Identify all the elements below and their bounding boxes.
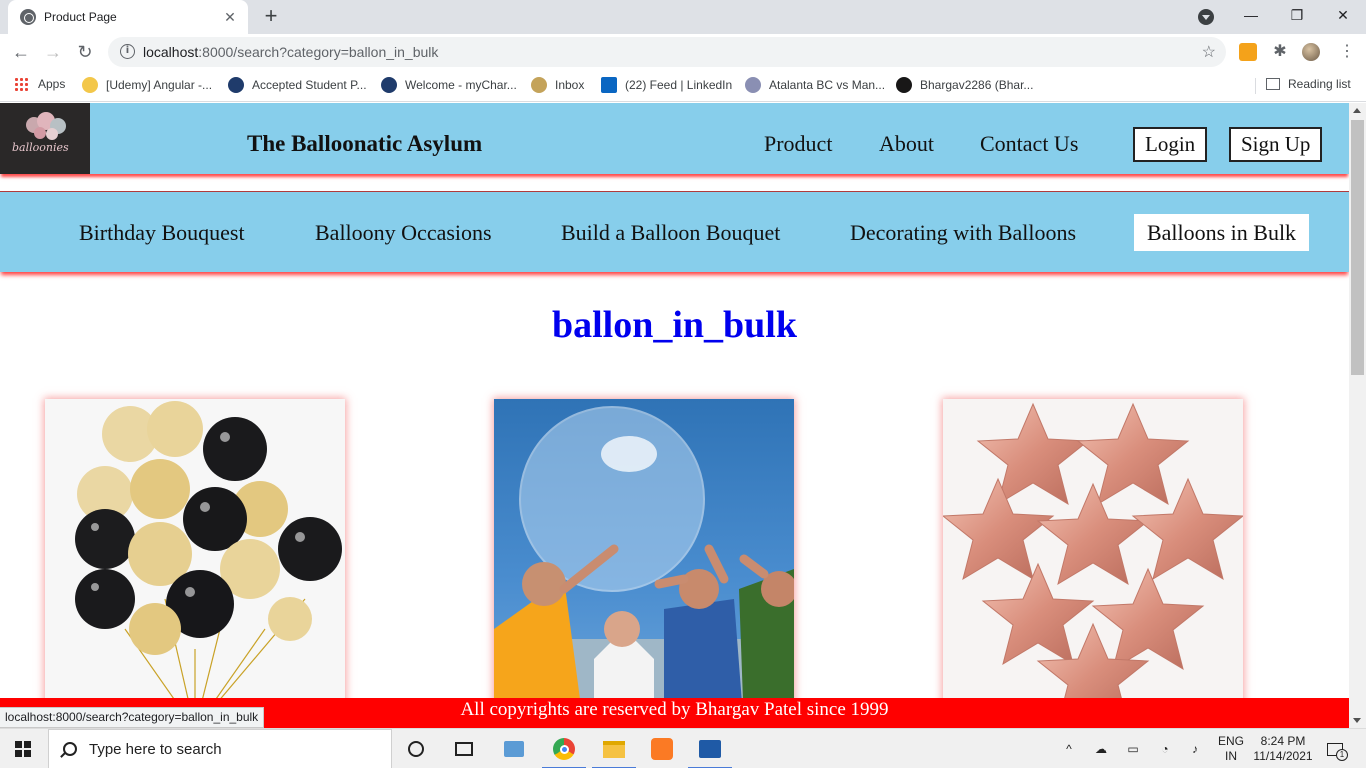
- forward-button[interactable]: →: [40, 39, 66, 65]
- reload-button[interactable]: ↻: [72, 39, 98, 65]
- new-tab-button[interactable]: +: [258, 4, 284, 30]
- balloon-logo-icon: [26, 112, 66, 140]
- site-logo[interactable]: balloonies: [0, 103, 90, 174]
- language-indicator[interactable]: ENG IN: [1214, 729, 1248, 768]
- file-explorer-icon[interactable]: [590, 729, 638, 768]
- login-button[interactable]: Login: [1133, 127, 1208, 162]
- nav-about[interactable]: About: [879, 131, 934, 157]
- tab-search-button[interactable]: [1198, 9, 1214, 25]
- category-decorating[interactable]: Decorating with Balloons: [850, 220, 1076, 246]
- github-icon: [896, 77, 912, 93]
- logo-text: balloonies: [12, 141, 69, 154]
- restore-button[interactable]: ❐: [1274, 4, 1320, 30]
- address-url[interactable]: localhost:8000/search?category=ballon_in…: [143, 44, 438, 60]
- reading-list-icon: [1266, 78, 1280, 90]
- minimize-button[interactable]: —: [1228, 4, 1274, 30]
- bookmarks-bar: Apps [Udemy] Angular -... Accepted Stude…: [0, 70, 1366, 102]
- football-icon: [745, 77, 761, 93]
- site-info-icon[interactable]: i: [120, 44, 135, 59]
- wifi-icon[interactable]: ◔: [1156, 729, 1174, 768]
- bookmark-github[interactable]: Bhargav2286 (Bhar...: [896, 77, 1033, 93]
- clock[interactable]: 8:24 PM 11/14/2021: [1250, 729, 1316, 768]
- browser-menu-icon[interactable]: ⋮: [1338, 43, 1356, 61]
- signup-button[interactable]: Sign Up: [1229, 127, 1323, 162]
- bookmark-mychar[interactable]: Welcome - myChar...: [381, 77, 517, 93]
- browser-tab-strip: Product Page ✕ + — ❐ ✕: [0, 0, 1366, 34]
- taskbar-search-placeholder: Type here to search: [89, 740, 222, 758]
- site-title: The Balloonatic Asylum: [247, 131, 483, 156]
- category-bar: Birthday Bouquest Balloony Occasions Bui…: [0, 191, 1349, 272]
- bookmark-apps[interactable]: Apps: [14, 77, 65, 91]
- back-button[interactable]: ←: [8, 39, 34, 65]
- bookmark-linkedin[interactable]: (22) Feed | LinkedIn: [601, 77, 732, 93]
- product-image-black-gold-balloons: [75, 401, 342, 728]
- reading-list-button[interactable]: Reading list: [1266, 77, 1351, 91]
- windows-start-icon[interactable]: [15, 741, 31, 757]
- close-window-button[interactable]: ✕: [1320, 4, 1366, 30]
- bookmark-inbox[interactable]: Inbox: [531, 77, 584, 93]
- apps-grid-icon: [14, 77, 28, 91]
- page-scrollbar[interactable]: [1349, 103, 1366, 728]
- globe-icon: [20, 9, 36, 25]
- bookmark-atalanta[interactable]: Atalanta BC vs Man...: [745, 77, 885, 93]
- bookmark-accepted-student[interactable]: Accepted Student P...: [228, 77, 367, 93]
- product-image-bubble-balloon: [494, 406, 794, 728]
- desktop-app-icon[interactable]: [490, 729, 538, 768]
- tab-close-icon[interactable]: ✕: [222, 9, 238, 26]
- chrome-taskbar-icon[interactable]: [540, 729, 588, 768]
- site-header: balloonies The Balloonatic Asylum Produc…: [0, 103, 1349, 174]
- task-view-icon[interactable]: [440, 729, 488, 768]
- scroll-up-arrow-icon[interactable]: [1353, 108, 1361, 113]
- product-card[interactable]: [943, 399, 1243, 728]
- university-icon: [381, 77, 397, 93]
- address-bar[interactable]: i localhost:8000/search?category=ballon_…: [108, 37, 1226, 67]
- linkedin-icon: [601, 77, 617, 93]
- extensions-puzzle-icon[interactable]: ✱: [1271, 43, 1289, 61]
- product-image-rose-gold-stars: [943, 402, 1243, 726]
- powershell-icon[interactable]: [686, 729, 734, 768]
- page-title: ballon_in_bulk: [551, 304, 798, 346]
- extension-icon[interactable]: [1239, 43, 1257, 61]
- status-bar-url: localhost:8000/search?category=ballon_in…: [0, 707, 265, 728]
- nav-contact-us[interactable]: Contact Us: [980, 131, 1078, 157]
- notification-icon[interactable]: 1: [1322, 729, 1348, 768]
- category-balloons-in-bulk[interactable]: Balloons in Bulk: [1134, 214, 1309, 251]
- cortana-icon[interactable]: [392, 729, 440, 768]
- browser-tab[interactable]: Product Page ✕: [8, 0, 248, 34]
- mail-icon: [531, 77, 547, 93]
- category-birthday-bouquet[interactable]: Birthday Bouquest: [79, 220, 245, 246]
- product-card[interactable]: [494, 399, 794, 728]
- tray-chevron-up-icon[interactable]: ^: [1060, 729, 1078, 768]
- bookmarks-divider: [1255, 78, 1256, 94]
- product-card[interactable]: [45, 399, 345, 728]
- taskbar-search-box[interactable]: Type here to search: [48, 729, 392, 768]
- search-icon: [63, 742, 77, 756]
- bookmark-star-icon[interactable]: ☆: [1202, 42, 1216, 62]
- page-viewport: balloonies The Balloonatic Asylum Produc…: [0, 103, 1349, 728]
- windows-taskbar: Type here to search ^ ☁ ▭ ◔ ♪ ENG IN 8:24…: [0, 728, 1366, 768]
- category-build-bouquet[interactable]: Build a Balloon Bouquet: [561, 220, 780, 246]
- xampp-icon[interactable]: [638, 729, 686, 768]
- browser-toolbar: ← → ↻ i localhost:8000/search?category=b…: [0, 34, 1366, 70]
- university-icon: [228, 77, 244, 93]
- onedrive-sync-icon[interactable]: ☁: [1092, 729, 1110, 768]
- volume-icon[interactable]: ♪: [1186, 729, 1204, 768]
- udemy-icon: [82, 77, 98, 93]
- nav-product[interactable]: Product: [764, 131, 832, 157]
- category-balloony-occasions[interactable]: Balloony Occasions: [315, 220, 492, 246]
- bookmark-udemy[interactable]: [Udemy] Angular -...: [82, 77, 212, 93]
- notification-count: 1: [1336, 749, 1348, 761]
- scroll-down-arrow-icon[interactable]: [1353, 718, 1361, 723]
- tab-title: Product Page: [44, 10, 117, 24]
- battery-icon[interactable]: ▭: [1124, 729, 1142, 768]
- scrollbar-thumb[interactable]: [1351, 120, 1364, 375]
- profile-avatar[interactable]: [1302, 43, 1320, 61]
